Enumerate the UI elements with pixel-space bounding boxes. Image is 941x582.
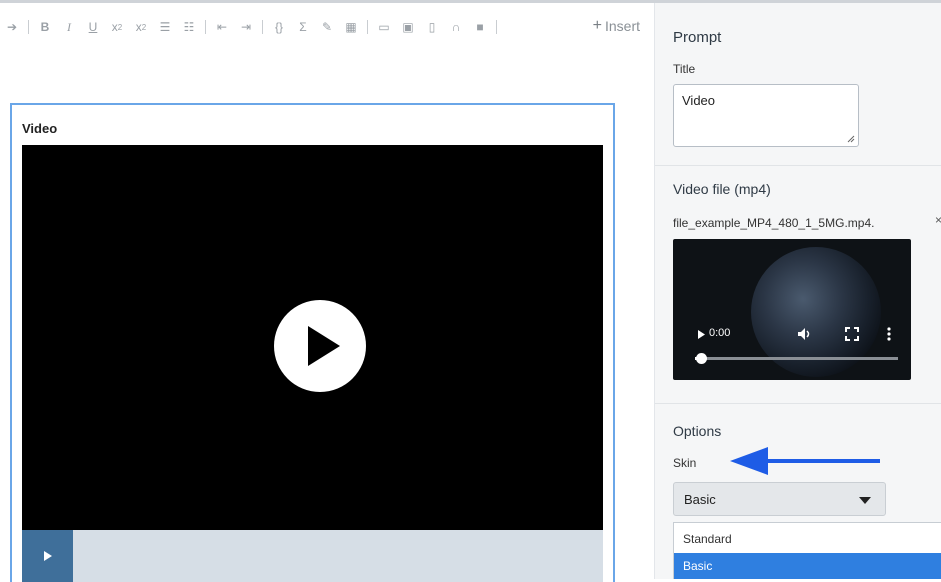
title-textarea[interactable]: Video <box>673 84 859 147</box>
table-icon[interactable]: ▦ <box>344 17 358 37</box>
more-options-icon[interactable] <box>887 327 891 341</box>
control-play-button[interactable] <box>22 530 73 582</box>
toolbar-divider <box>205 20 206 34</box>
skin-option-basic[interactable]: Basic <box>674 553 941 579</box>
annotation-arrow-icon <box>730 447 880 475</box>
video-file-heading: Video file (mp4) <box>673 181 771 197</box>
video-player[interactable] <box>22 145 603 530</box>
fullscreen-icon[interactable] <box>845 327 859 341</box>
editor-toolbar: ➔ B I U x2 x2 ☰ ☷ ⇤ ⇥ {} Σ ✎ ▦ ▭ ▣ ▯ ∩ ■… <box>0 15 654 39</box>
file-name: file_example_MP4_480_1_5MG.mp4. <box>673 216 875 230</box>
sigma-icon[interactable]: Σ <box>296 17 310 37</box>
remove-file-button[interactable]: × <box>935 213 941 227</box>
outdent-icon[interactable]: ⇤ <box>215 17 229 37</box>
section-divider <box>655 403 941 404</box>
prompt-heading: Prompt <box>673 29 722 46</box>
toolbar-divider <box>262 20 263 34</box>
properties-panel: Prompt Title Video Video file (mp4) file… <box>655 3 941 579</box>
unordered-list-icon[interactable]: ☷ <box>182 17 196 37</box>
video-block-title: Video <box>22 121 58 136</box>
play-button[interactable] <box>274 300 366 392</box>
video-icon[interactable]: ■ <box>473 17 487 37</box>
skin-select[interactable]: Basic <box>673 482 886 516</box>
skin-dropdown-menu: Standard Basic <box>673 522 941 579</box>
video-preview[interactable]: 0:00 <box>673 239 911 380</box>
editor-area[interactable]: ➔ B I U x2 x2 ☰ ☷ ⇤ ⇥ {} Σ ✎ ▦ ▭ ▣ ▯ ∩ ■… <box>0 3 655 582</box>
subscript-icon[interactable]: x2 <box>110 17 124 37</box>
underline-icon[interactable]: U <box>86 17 100 37</box>
toolbar-divider <box>496 20 497 34</box>
small-play-icon <box>43 551 52 561</box>
options-heading: Options <box>673 423 722 439</box>
link-icon[interactable]: ✎ <box>320 17 334 37</box>
hr-icon[interactable]: ▭ <box>377 17 391 37</box>
video-control-bar <box>22 530 603 582</box>
toolbar-divider <box>28 20 29 34</box>
plus-icon: + <box>592 17 602 34</box>
audio-icon[interactable]: ∩ <box>449 17 463 37</box>
superscript-icon[interactable]: x2 <box>134 17 148 37</box>
preview-time: 0:00 <box>709 327 731 339</box>
code-icon[interactable]: {} <box>272 17 286 37</box>
preview-seek-bar[interactable] <box>695 357 898 360</box>
image-icon[interactable]: ▣ <box>401 17 415 37</box>
toolbar-divider <box>367 20 368 34</box>
skin-label: Skin <box>673 456 697 470</box>
insert-label: Insert <box>604 18 640 34</box>
title-value: Video <box>682 93 716 108</box>
resize-handle-icon[interactable] <box>847 135 855 143</box>
section-divider <box>655 165 941 166</box>
title-label: Title <box>673 62 696 76</box>
bold-icon[interactable]: B <box>38 17 52 37</box>
insert-button[interactable]: + Insert <box>593 17 640 35</box>
redo-icon[interactable]: ➔ <box>5 17 19 37</box>
ordered-list-icon[interactable]: ☰ <box>158 17 172 37</box>
volume-icon[interactable] <box>797 327 813 341</box>
skin-selected-value: Basic <box>684 492 716 507</box>
skin-option-standard[interactable]: Standard <box>674 526 941 552</box>
indent-icon[interactable]: ⇥ <box>239 17 253 37</box>
italic-icon[interactable]: I <box>62 17 76 37</box>
chevron-down-icon <box>859 497 871 504</box>
seek-handle[interactable] <box>696 353 707 364</box>
video-block[interactable]: Video <box>10 103 615 582</box>
preview-play-icon[interactable] <box>697 329 706 340</box>
play-icon <box>308 326 340 366</box>
file-icon[interactable]: ▯ <box>425 17 439 37</box>
